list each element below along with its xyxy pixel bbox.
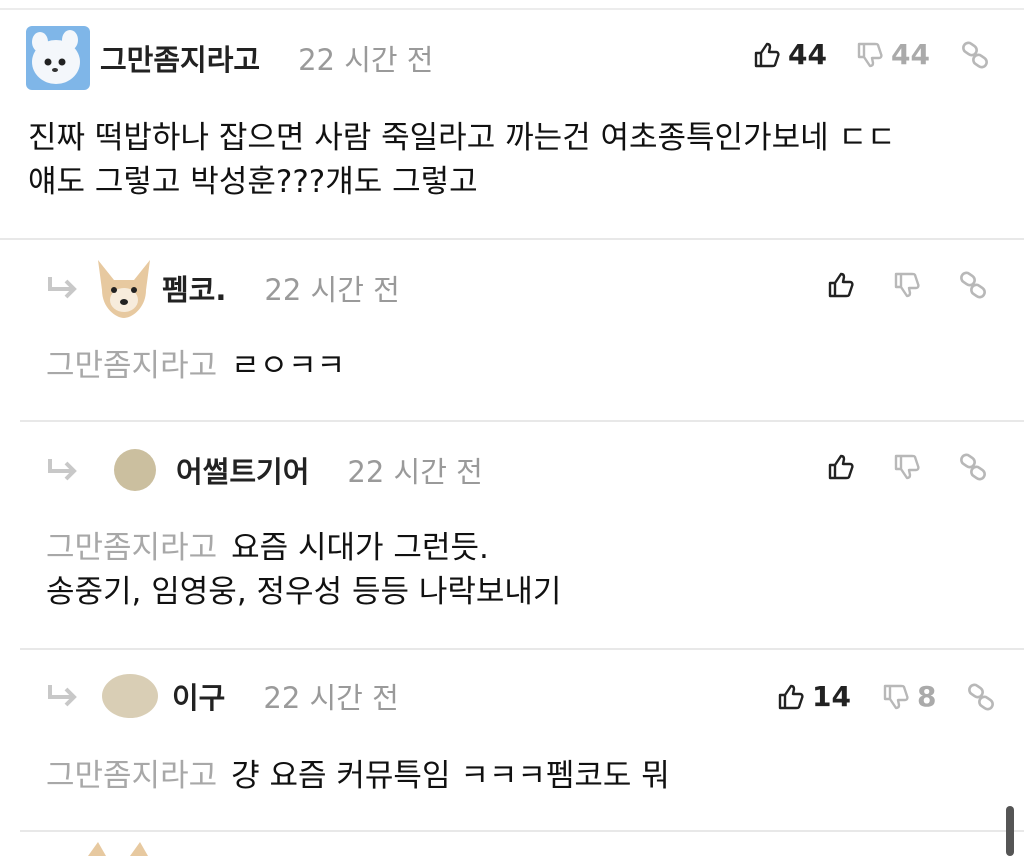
like-button[interactable] — [826, 270, 862, 300]
nickname[interactable]: 그만좀지라고 — [100, 37, 260, 79]
scrollbar[interactable] — [1006, 806, 1014, 856]
nickname[interactable]: 어썰트기어 — [176, 449, 309, 491]
thumbs-down-icon — [857, 42, 883, 67]
reply-comment: 이구 22 시간 전 14 8 그만좀지라고 걍 요즘 커뮤특임 ㅋㅋㅋ펨코도 뭐 — [20, 650, 1024, 832]
dislike-count: 44 — [890, 38, 930, 71]
link-icon — [968, 683, 995, 710]
reply-comment: 어썰트기어 22 시간 전 그만좀지라고 요즘 시대가 그런듯. 송중기, 임영웅… — [20, 422, 1024, 650]
reply-text-line: 송중기, 임영웅, 정우성 등등 나락보내기 — [46, 574, 562, 610]
reply-arrow-icon — [48, 459, 77, 481]
like-button[interactable]: 44 — [752, 38, 827, 71]
like-count: 44 — [788, 38, 827, 71]
avatar[interactable] — [92, 256, 156, 320]
share-link-button[interactable] — [966, 682, 996, 712]
thumbs-down-icon — [883, 684, 909, 709]
link-icon — [960, 271, 986, 299]
mention-username[interactable]: 그만좀지라고 — [46, 530, 217, 566]
like-button[interactable] — [826, 452, 862, 482]
timestamp: 22 시간 전 — [298, 43, 434, 77]
nickname[interactable]: 펨코. — [162, 267, 226, 309]
dislike-button[interactable]: 8 — [881, 680, 936, 713]
dislike-button[interactable] — [892, 452, 928, 482]
avatar[interactable] — [26, 26, 90, 90]
dislike-button[interactable]: 44 — [855, 38, 930, 71]
mention-username[interactable]: 그만좀지라고 — [46, 758, 217, 794]
timestamp: 22 시간 전 — [264, 273, 400, 307]
thumbs-up-icon — [754, 42, 780, 67]
thumbs-up-icon — [828, 454, 854, 480]
reply-text-line: 걍 요즘 커뮤특임 ㅋㅋㅋ펨코도 뭐 — [231, 758, 670, 794]
share-link-button[interactable] — [958, 452, 988, 482]
comment-text-line: 진짜 떡밥하나 잡으면 사람 죽일라고 까는건 여초종특인가보네 ㄷㄷ — [28, 120, 896, 156]
mention-username[interactable]: 그만좀지라고 — [46, 348, 217, 384]
nickname[interactable]: 이구 — [172, 675, 225, 717]
dislike-count: 8 — [916, 680, 937, 713]
thumbs-down-icon — [894, 272, 920, 298]
share-link-button[interactable] — [960, 40, 990, 70]
like-count: 14 — [812, 680, 851, 713]
reply-comment: 펨코. 22 시간 전 그만좀지라고 ㄹㅇㅋㅋ — [20, 240, 1024, 422]
comment-text-line: 얘도 그렇고 박성훈???걔도 그렇고 — [28, 164, 478, 200]
timestamp: 22 시간 전 — [347, 455, 483, 489]
thumbs-up-icon — [778, 684, 804, 709]
reply-text-line: 요즘 시대가 그런듯. — [231, 530, 489, 566]
reply-arrow-icon — [48, 685, 77, 707]
thumbs-up-icon — [828, 272, 854, 298]
reply-text-line: ㄹㅇㅋㅋ — [231, 348, 346, 384]
reply-arrow-icon — [48, 277, 77, 299]
dislike-button[interactable] — [892, 270, 928, 300]
next-comment-peek — [80, 840, 160, 856]
avatar[interactable] — [114, 449, 156, 491]
timestamp: 22 시간 전 — [263, 681, 399, 715]
link-icon — [961, 41, 988, 68]
thumbs-down-icon — [894, 454, 920, 480]
like-button[interactable]: 14 — [776, 680, 851, 713]
avatar[interactable] — [102, 674, 158, 718]
share-link-button[interactable] — [958, 270, 988, 300]
comment: 그만좀지라고 22 시간 전 44 44 진짜 떡밥하나 잡으면 사람 죽일라고… — [0, 10, 1024, 240]
link-icon — [960, 453, 986, 481]
